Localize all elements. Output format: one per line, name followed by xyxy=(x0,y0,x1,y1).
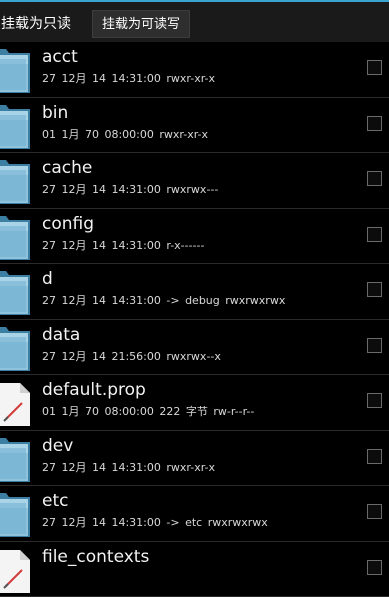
list-item[interactable]: file_contexts xyxy=(0,542,389,597)
file-name: dev xyxy=(42,436,73,456)
mount-read-only-button[interactable]: 挂载为只读 xyxy=(0,10,75,38)
file-name: default.prop xyxy=(42,380,146,400)
file-name: data xyxy=(42,325,80,345)
mount-read-write-button[interactable]: 挂载为可读写 xyxy=(92,10,190,38)
folder-icon xyxy=(0,213,30,260)
list-item[interactable]: dev 27 12月 14 14:31:00 rwxr-xr-x xyxy=(0,431,389,487)
folder-icon xyxy=(0,490,30,537)
file-icon xyxy=(0,379,30,426)
folder-icon xyxy=(0,435,30,482)
list-item[interactable]: d 27 12月 14 14:31:00 -> debug rwxrwxrwx xyxy=(0,264,389,320)
file-meta: 27 12月 14 14:31:00 rwxrwx--- xyxy=(42,181,218,197)
file-meta: 27 12月 14 14:31:00 rwxr-xr-x xyxy=(42,459,215,475)
folder-icon xyxy=(0,268,30,315)
select-checkbox[interactable] xyxy=(367,504,382,519)
file-meta: 27 12月 14 14:31:00 rwxr-xr-x xyxy=(42,70,215,86)
select-checkbox[interactable] xyxy=(367,116,382,131)
select-checkbox[interactable] xyxy=(367,227,382,242)
folder-icon xyxy=(0,46,30,93)
file-name: cache xyxy=(42,158,92,178)
list-item[interactable]: cache 27 12月 14 14:31:00 rwxrwx--- xyxy=(0,153,389,209)
folder-icon xyxy=(0,102,30,149)
file-icon xyxy=(0,546,30,593)
list-item[interactable]: data 27 12月 14 21:56:00 rwxrwx--x xyxy=(0,320,389,376)
file-meta: 27 12月 14 14:31:00 -> etc rwxrwxrwx xyxy=(42,514,268,530)
file-name: config xyxy=(42,214,94,234)
select-checkbox[interactable] xyxy=(367,171,382,186)
file-meta: 01 1月 70 08:00:00 222 字节 rw-r--r-- xyxy=(42,403,254,419)
file-name: file_contexts xyxy=(42,547,149,567)
select-checkbox[interactable] xyxy=(367,60,382,75)
file-name: d xyxy=(42,269,53,289)
list-item[interactable]: config 27 12月 14 14:31:00 r-x------ xyxy=(0,209,389,265)
folder-icon xyxy=(0,157,30,204)
list-item[interactable]: bin 01 1月 70 08:00:00 rwxr-xr-x xyxy=(0,98,389,154)
folder-icon xyxy=(0,324,30,371)
file-name: acct xyxy=(42,47,78,67)
list-item[interactable]: acct 27 12月 14 14:31:00 rwxr-xr-x xyxy=(0,42,389,98)
list-item[interactable]: etc 27 12月 14 14:31:00 -> etc rwxrwxrwx xyxy=(0,486,389,542)
file-meta: 27 12月 14 14:31:00 r-x------ xyxy=(42,237,205,253)
file-meta: 27 12月 14 21:56:00 rwxrwx--x xyxy=(42,348,221,364)
select-checkbox[interactable] xyxy=(367,282,382,297)
toolbar: 挂载为只读 挂载为可读写 xyxy=(0,0,389,42)
file-name: bin xyxy=(42,103,68,123)
select-checkbox[interactable] xyxy=(367,393,382,408)
file-meta: 01 1月 70 08:00:00 rwxr-xr-x xyxy=(42,126,208,142)
select-checkbox[interactable] xyxy=(367,449,382,464)
select-checkbox[interactable] xyxy=(367,338,382,353)
select-checkbox[interactable] xyxy=(367,560,382,575)
list-item[interactable]: default.prop 01 1月 70 08:00:00 222 字节 rw-… xyxy=(0,375,389,431)
file-name: etc xyxy=(42,491,68,511)
file-meta: 27 12月 14 14:31:00 -> debug rwxrwxrwx xyxy=(42,292,285,308)
file-list: acct 27 12月 14 14:31:00 rwxr-xr-x bin 01 1月… xyxy=(0,42,389,597)
